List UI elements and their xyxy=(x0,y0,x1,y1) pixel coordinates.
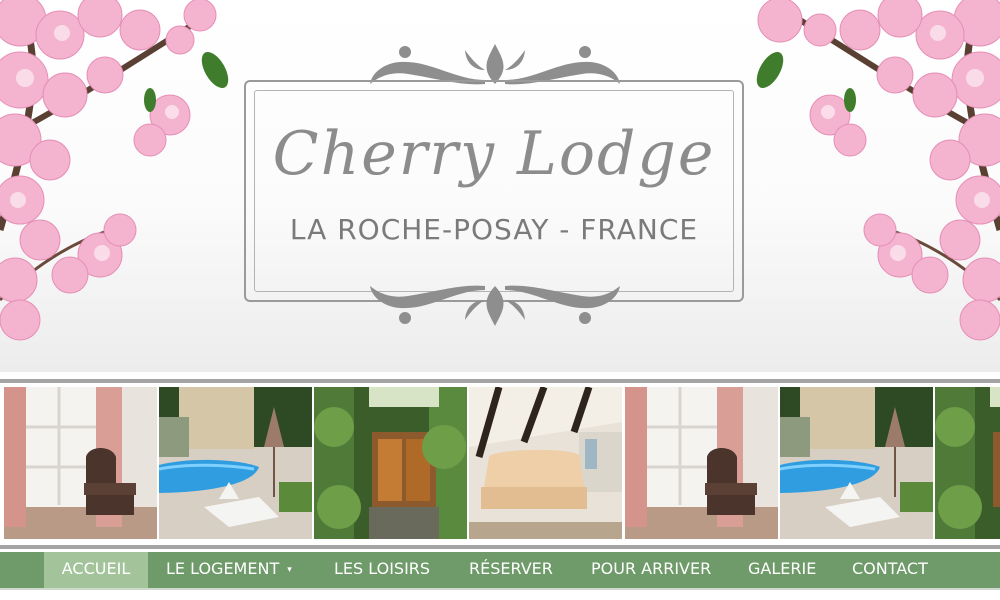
photo-strip xyxy=(0,387,1000,539)
nav-item-galerie[interactable]: GALERIE xyxy=(748,552,816,588)
photo-bedroom-chair-2[interactable] xyxy=(625,387,778,539)
logo-title[interactable]: Cherry Lodge xyxy=(244,118,744,190)
photo-sofa-room[interactable] xyxy=(469,387,622,539)
photo-swimming-pool[interactable] xyxy=(159,387,312,539)
nav-item-le-logement[interactable]: LE LOGEMENT ▾ xyxy=(166,552,292,588)
nav-item-label: POUR ARRIVER xyxy=(591,559,712,578)
site-header: Cherry Lodge LA ROCHE-POSAY - FRANCE xyxy=(0,0,1000,372)
scroll-ornament-bottom-icon xyxy=(370,285,620,326)
nav-item-pour-arriver[interactable]: POUR ARRIVER xyxy=(591,552,711,588)
chevron-down-icon: ▾ xyxy=(287,565,292,575)
nav-item-contact[interactable]: CONTACT xyxy=(852,552,928,588)
nav-item-accueil[interactable]: ACCUEIL xyxy=(44,552,148,588)
nav-item-reserver[interactable]: RÉSERVER xyxy=(469,552,553,588)
cherry-blossom-right-icon xyxy=(756,0,1000,341)
main-navigation: ACCUEIL LE LOGEMENT ▾ LES LOISIRS RÉSERVE… xyxy=(0,552,1000,588)
divider-top xyxy=(0,379,1000,383)
cherry-blossom-left-icon xyxy=(0,0,229,341)
photo-swimming-pool-2[interactable] xyxy=(780,387,933,539)
nav-item-label: GALERIE xyxy=(748,559,817,578)
logo-subtitle: LA ROCHE-POSAY - FRANCE xyxy=(289,213,699,246)
photo-garden-entrance-2[interactable] xyxy=(935,387,1000,539)
photo-garden-entrance[interactable] xyxy=(314,387,467,539)
nav-item-label: ACCUEIL xyxy=(61,559,131,578)
nav-item-label: RÉSERVER xyxy=(469,559,553,578)
nav-item-label: CONTACT xyxy=(852,559,928,578)
nav-item-label: LES LOISIRS xyxy=(334,559,431,578)
nav-item-label: LE LOGEMENT xyxy=(166,559,280,578)
photo-bedroom-chair[interactable] xyxy=(4,387,157,539)
nav-underline xyxy=(0,588,1000,590)
nav-item-les-loisirs[interactable]: LES LOISIRS xyxy=(334,552,430,588)
divider-bottom xyxy=(0,545,1000,549)
